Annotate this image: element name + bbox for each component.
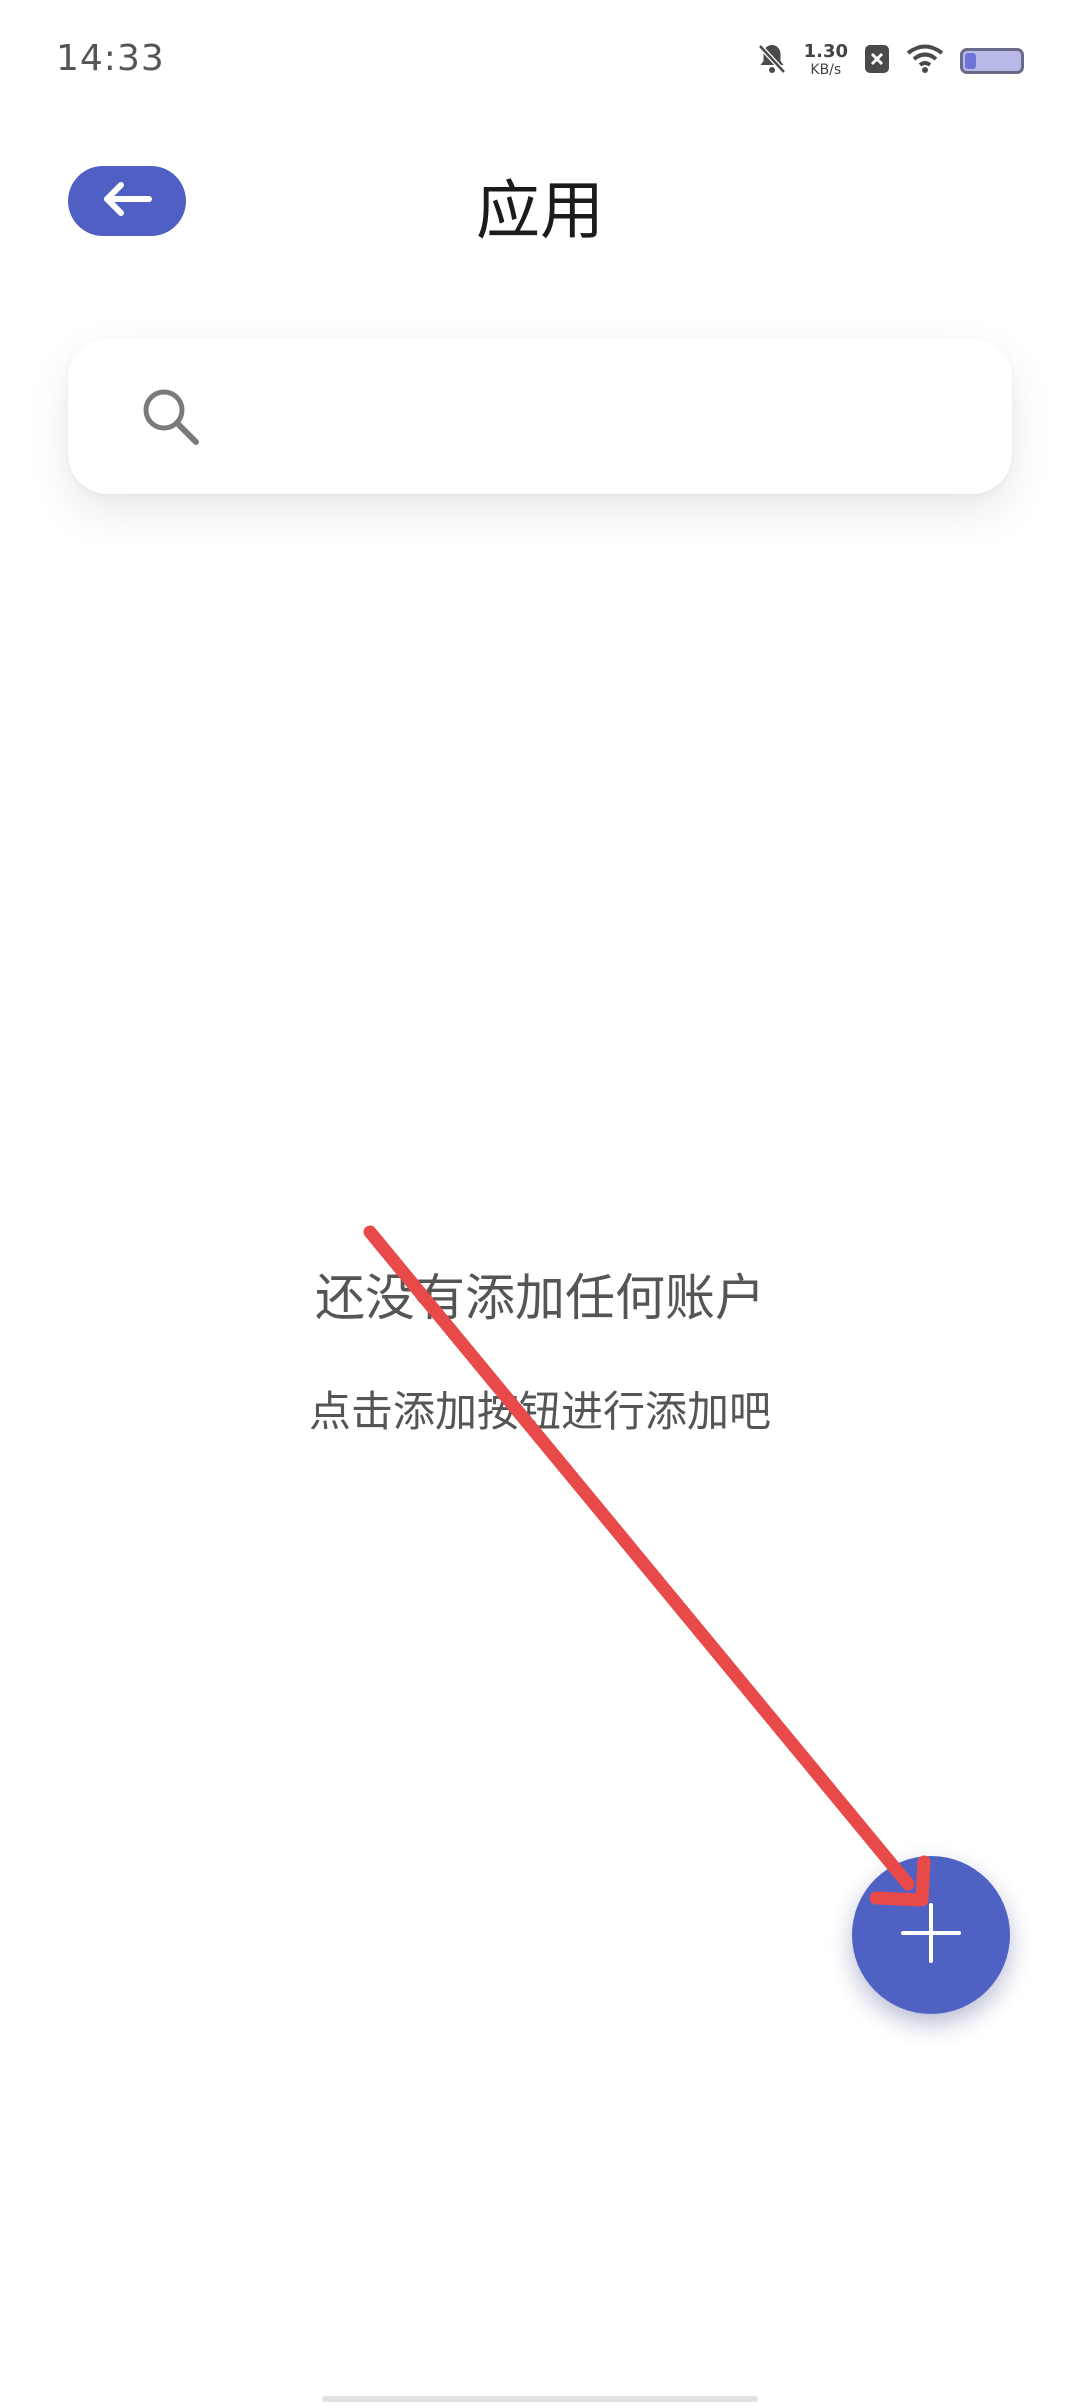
home-indicator[interactable]	[322, 2396, 758, 2402]
empty-state-title: 还没有添加任何账户	[315, 1269, 765, 1327]
search-input[interactable]	[228, 368, 972, 466]
network-speed-unit: KB/s	[810, 62, 842, 78]
app-screen: 14:33 1.30 KB/s 应用 还没有添加任何账户 点击添加按钮进行添加吧	[0, 0, 1080, 2408]
network-speed: 1.30 KB/s	[804, 43, 848, 79]
empty-state-subtitle: 点击添加按钮进行添加吧	[308, 1387, 771, 1436]
battery-icon	[960, 48, 1024, 74]
plus-icon	[899, 1901, 963, 1969]
search-bar[interactable]	[68, 338, 1012, 494]
status-icons: 1.30 KB/s	[756, 36, 1024, 86]
wifi-icon	[906, 44, 944, 78]
status-time: 14:33	[56, 38, 165, 79]
page-title: 应用	[476, 175, 604, 249]
sim-blocked-icon	[864, 44, 890, 78]
status-bar: 14:33 1.30 KB/s	[0, 0, 1080, 120]
network-speed-value: 1.30	[803, 41, 848, 62]
battery-fill	[965, 53, 976, 69]
add-account-button[interactable]	[852, 1856, 1010, 2014]
bell-muted-icon	[756, 42, 788, 80]
search-icon	[140, 386, 202, 448]
